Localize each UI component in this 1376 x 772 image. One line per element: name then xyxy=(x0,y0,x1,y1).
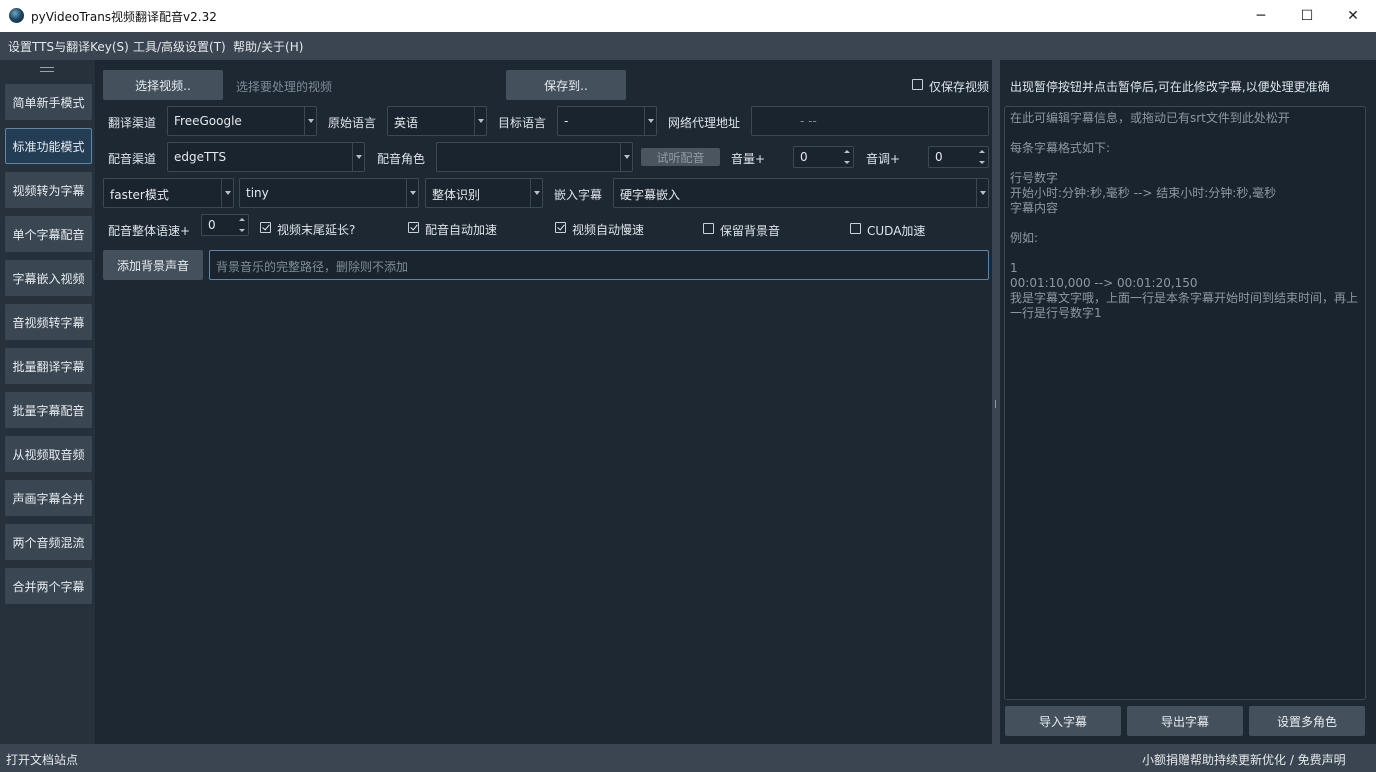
keep-background-checkbox[interactable]: 保留背景音 xyxy=(703,222,780,238)
sidebar-item-mix-audio[interactable]: 两个音频混流 xyxy=(5,524,92,560)
model-mode-select[interactable]: faster模式 xyxy=(103,178,234,208)
chevron-down-icon xyxy=(530,179,542,207)
source-lang-label: 原始语言 xyxy=(328,116,377,130)
export-subtitle-button[interactable]: 导出字幕 xyxy=(1127,706,1243,736)
chevron-down-icon xyxy=(620,143,632,171)
source-lang-select[interactable]: 英语 xyxy=(387,106,487,136)
menu-bar: 设置TTS与翻译Key(S) 工具/高级设置(T) 帮助/关于(H) xyxy=(0,32,1376,60)
auto-speedup-checkbox[interactable]: 配音自动加速 xyxy=(408,221,497,237)
close-button[interactable]: ✕ xyxy=(1330,0,1376,32)
target-lang-label: 目标语言 xyxy=(498,116,547,130)
tts-channel-label: 配音渠道 xyxy=(108,152,157,166)
speed-stepper[interactable]: 0 xyxy=(201,214,249,236)
app-logo-icon xyxy=(9,8,24,23)
stepper-arrows-icon[interactable] xyxy=(238,217,246,233)
checkbox-checked-icon[interactable] xyxy=(260,222,271,233)
checkbox-checked-icon[interactable] xyxy=(555,222,566,233)
sidebar-item-subtitle-dubbing[interactable]: 单个字幕配音 xyxy=(5,216,92,252)
chevron-down-icon xyxy=(406,179,418,207)
chevron-down-icon xyxy=(976,179,988,207)
voice-role-label: 配音角色 xyxy=(377,152,426,166)
sidebar-item-standard-mode[interactable]: 标准功能模式 xyxy=(5,128,92,164)
mode-sidebar: 简单新手模式 标准功能模式 视频转为字幕 单个字幕配音 字幕嵌入视频 音视频转字… xyxy=(0,60,95,744)
checkbox-icon[interactable] xyxy=(850,223,861,234)
pitch-stepper[interactable]: 0 xyxy=(928,146,989,168)
chevron-down-icon xyxy=(221,179,233,207)
embed-sub-label: 嵌入字幕 xyxy=(554,188,603,202)
save-to-button[interactable]: 保存到.. xyxy=(506,70,626,100)
sidebar-item-embed-subtitle[interactable]: 字幕嵌入视频 xyxy=(5,260,92,296)
select-video-hint: 选择要处理的视频 xyxy=(236,80,333,94)
checkbox-icon[interactable] xyxy=(912,79,923,90)
title-bar: pyVideoTrans视频翻译配音v2.32 ─ ☐ ✕ xyxy=(0,0,1376,32)
chevron-down-icon xyxy=(644,107,656,135)
volume-label: 音量+ xyxy=(731,152,766,166)
translate-channel-label: 翻译渠道 xyxy=(108,116,157,130)
sidebar-item-video-to-subtitle[interactable]: 视频转为字幕 xyxy=(5,172,92,208)
set-multi-role-button[interactable]: 设置多角色 xyxy=(1249,706,1365,736)
donate-link[interactable]: 小额捐赠帮助持续更新优化 / 免费声明 xyxy=(1142,751,1346,768)
auto-slowdown-checkbox[interactable]: 视频自动慢速 xyxy=(555,221,644,237)
subtitle-edit-hint: 出现暂停按钮并点击暂停后,可在此修改字幕,以便处理更准确 xyxy=(1010,80,1330,94)
menu-help[interactable]: 帮助/关于(H) xyxy=(233,38,303,55)
panel-splitter[interactable] xyxy=(992,60,1000,744)
add-background-audio-button[interactable]: 添加背景声音 xyxy=(103,250,203,280)
sidebar-item-merge-av-subtitle[interactable]: 声画字幕合并 xyxy=(5,480,92,516)
splitter-grip-icon xyxy=(995,400,997,408)
select-video-button[interactable]: 选择视频.. xyxy=(103,70,223,100)
subtitle-panel: 出现暂停按钮并点击暂停后,可在此修改字幕,以便处理更准确 在此可编辑字幕信息，或… xyxy=(1000,60,1376,744)
sidebar-item-batch-translate[interactable]: 批量翻译字幕 xyxy=(5,348,92,384)
sidebar-item-merge-subtitles[interactable]: 合并两个字幕 xyxy=(5,568,92,604)
proxy-input[interactable]: - -- xyxy=(751,106,989,136)
tts-channel-select[interactable]: edgeTTS xyxy=(167,142,365,172)
pitch-label: 音调+ xyxy=(866,152,901,166)
sidebar-item-av-to-subtitle[interactable]: 音视频转字幕 xyxy=(5,304,92,340)
sidebar-item-batch-dubbing[interactable]: 批量字幕配音 xyxy=(5,392,92,428)
recognition-mode-select[interactable]: 整体识别 xyxy=(425,178,543,208)
status-bar: 打开文档站点 小额捐赠帮助持续更新优化 / 免费声明 xyxy=(0,744,1376,772)
chevron-down-icon xyxy=(474,107,486,135)
model-size-select[interactable]: tiny xyxy=(239,178,419,208)
chevron-down-icon xyxy=(352,143,364,171)
stepper-arrows-icon[interactable] xyxy=(978,149,986,165)
open-docs-link[interactable]: 打开文档站点 xyxy=(6,751,78,768)
menu-settings[interactable]: 设置TTS与翻译Key(S) xyxy=(8,38,129,55)
chevron-down-icon xyxy=(304,107,316,135)
main-panel: 选择视频.. 选择要处理的视频 保存到.. 仅保存视频 翻译渠道 FreeGoo… xyxy=(96,60,992,744)
background-audio-path-input[interactable]: 背景音乐的完整路径，删除则不添加 xyxy=(209,250,989,280)
subtitle-editor[interactable]: 在此可编辑字幕信息，或拖动已有srt文件到此处松开 每条字幕格式如下: 行号数字… xyxy=(1004,106,1366,700)
volume-stepper[interactable]: 0 xyxy=(793,146,854,168)
only-save-video-checkbox[interactable]: 仅保存视频 xyxy=(912,78,989,94)
checkbox-checked-icon[interactable] xyxy=(408,222,419,233)
import-subtitle-button[interactable]: 导入字幕 xyxy=(1005,706,1121,736)
window-title: pyVideoTrans视频翻译配音v2.32 xyxy=(31,10,217,24)
proxy-label: 网络代理地址 xyxy=(668,116,741,130)
stepper-arrows-icon[interactable] xyxy=(843,149,851,165)
listen-voice-button[interactable]: 试听配音 xyxy=(641,148,720,166)
sidebar-item-simple-mode[interactable]: 简单新手模式 xyxy=(5,84,92,120)
drag-grip-icon[interactable] xyxy=(40,67,54,72)
menu-tools[interactable]: 工具/高级设置(T) xyxy=(133,38,226,55)
cuda-checkbox[interactable]: CUDA加速 xyxy=(850,222,925,238)
video-extend-checkbox[interactable]: 视频末尾延长? xyxy=(260,221,355,237)
translate-channel-select[interactable]: FreeGoogle xyxy=(167,106,317,136)
speed-label: 配音整体语速+ xyxy=(108,224,191,238)
maximize-button[interactable]: ☐ xyxy=(1284,0,1330,32)
target-lang-select[interactable]: - xyxy=(557,106,657,136)
checkbox-icon[interactable] xyxy=(703,223,714,234)
minimize-button[interactable]: ─ xyxy=(1238,0,1284,32)
embed-subtitle-select[interactable]: 硬字幕嵌入 xyxy=(613,178,989,208)
voice-role-select[interactable] xyxy=(436,142,633,172)
sidebar-item-extract-audio[interactable]: 从视频取音频 xyxy=(5,436,92,472)
